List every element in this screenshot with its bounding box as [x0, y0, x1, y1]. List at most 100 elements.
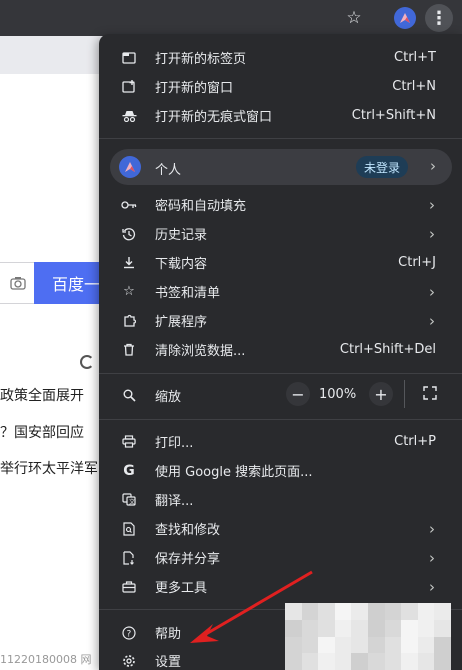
incognito-icon [121, 110, 137, 122]
menu-item-label: 打印... [155, 436, 194, 451]
mosaic-tile [318, 636, 335, 654]
mosaic-watermark [285, 603, 451, 670]
refresh-icon[interactable] [80, 355, 94, 369]
menu-item-find[interactable]: 查找和修改 › [99, 514, 462, 543]
trash-icon [121, 343, 137, 356]
mosaic-tile [434, 619, 451, 637]
camera-icon[interactable] [0, 262, 36, 304]
mosaic-tile [334, 653, 352, 670]
menu-item-label: 设置 [155, 655, 182, 670]
menu-item-profile[interactable]: 个人 未登录 › [110, 149, 452, 185]
menu-divider [99, 138, 462, 139]
mosaic-tile [301, 636, 319, 654]
zoom-divider [404, 380, 405, 408]
menu-item-translate[interactable]: 文 翻译... [99, 485, 462, 514]
mosaic-tile [368, 603, 385, 620]
menu-item-shortcut: Ctrl+Shift+Del [339, 342, 436, 357]
svg-text:?: ? [127, 629, 132, 639]
zoom-out-button[interactable]: − [286, 382, 310, 406]
menu-item-label: 历史记录 [155, 228, 208, 243]
news-item[interactable]: ？国安部回应 [0, 422, 110, 442]
zoom-label: 缩放 [155, 390, 182, 405]
mosaic-tile [318, 603, 335, 620]
mosaic-tile [384, 636, 402, 654]
mosaic-tile [318, 653, 335, 670]
mosaic-tile [351, 619, 368, 637]
download-icon [121, 256, 137, 269]
mosaic-tile [334, 619, 352, 637]
toolbox-icon [121, 580, 137, 593]
bookmark-star-icon[interactable]: ☆ [340, 4, 368, 32]
extension-icon [121, 314, 137, 327]
menu-item-downloads[interactable]: 下载内容 Ctrl+J [99, 248, 462, 277]
menu-item-new-window[interactable]: 打开新的窗口 Ctrl+N [99, 72, 462, 101]
zoom-level: 100% [319, 387, 357, 402]
history-icon [121, 227, 137, 241]
mosaic-tile [334, 603, 352, 620]
browser-toolbar: ☆ ⋮ [0, 0, 462, 36]
footer-text: 11220180008 网 [0, 653, 92, 666]
menu-item-bookmarks[interactable]: ☆ 书签和清单 › [99, 277, 462, 306]
chrome-main-menu: 打开新的标签页 Ctrl+T 打开新的窗口 Ctrl+N 打开新的无痕式窗口 C… [99, 34, 462, 670]
mosaic-tile [285, 653, 302, 670]
menu-item-new-tab[interactable]: 打开新的标签页 Ctrl+T [99, 43, 462, 72]
mosaic-tile [434, 636, 451, 654]
mosaic-tile [401, 653, 418, 670]
menu-item-print[interactable]: 打印... Ctrl+P [99, 427, 462, 456]
mosaic-tile [351, 653, 368, 670]
menu-item-passwords[interactable]: 密码和自动填充 › [99, 190, 462, 219]
mosaic-tile [434, 653, 451, 670]
menu-item-history[interactable]: 历史记录 › [99, 219, 462, 248]
chevron-right-icon: › [429, 311, 435, 330]
profile-label: 个人 [155, 163, 182, 178]
signed-out-badge: 未登录 [356, 156, 409, 178]
mosaic-tile [301, 619, 319, 637]
new-window-icon [121, 80, 137, 93]
mosaic-tile [384, 619, 402, 637]
chevron-right-icon: › [429, 519, 435, 538]
menu-item-label: 下载内容 [155, 257, 208, 272]
new-tab-icon [121, 51, 137, 64]
menu-item-label: 翻译... [155, 494, 194, 509]
profile-avatar [119, 156, 141, 178]
more-vert-icon[interactable]: ⋮ [425, 4, 453, 32]
menu-item-more-tools[interactable]: 更多工具 › [99, 572, 462, 601]
mosaic-tile [351, 603, 368, 620]
menu-item-label: 打开新的窗口 [155, 81, 234, 96]
mosaic-tile [334, 636, 352, 654]
news-item[interactable]: 政策全面展开 [0, 385, 110, 405]
menu-item-label: 使用 Google 搜索此页面... [155, 465, 313, 480]
mosaic-tile [285, 619, 302, 637]
menu-item-zoom: 缩放 [99, 381, 462, 410]
menu-item-shortcut: Ctrl+Shift+N [351, 108, 436, 123]
news-item[interactable]: 举行环太平洋军 [0, 458, 110, 478]
menu-item-clear-data[interactable]: 清除浏览数据... Ctrl+Shift+Del [99, 335, 462, 364]
mosaic-tile [368, 653, 385, 670]
menu-item-google-search[interactable]: G 使用 Google 搜索此页面... [99, 456, 462, 485]
zoom-in-button[interactable]: + [369, 382, 393, 406]
menu-item-extensions[interactable]: 扩展程序 › [99, 306, 462, 335]
menu-item-incognito[interactable]: 打开新的无痕式窗口 Ctrl+Shift+N [99, 101, 462, 130]
mosaic-tile [417, 603, 435, 620]
menu-divider [99, 373, 462, 374]
menu-item-save-share[interactable]: 保存并分享 › [99, 543, 462, 572]
key-icon [121, 200, 137, 210]
fullscreen-icon[interactable] [421, 384, 439, 402]
chevron-right-icon: › [429, 577, 435, 596]
zoom-icon [121, 389, 137, 402]
find-icon [121, 521, 137, 536]
menu-item-shortcut: Ctrl+P [394, 434, 436, 449]
menu-item-label: 清除浏览数据... [155, 344, 246, 359]
mosaic-tile [384, 603, 402, 620]
menu-item-label: 打开新的无痕式窗口 [155, 110, 273, 125]
profile-avatar [394, 7, 416, 29]
mosaic-tile [285, 603, 302, 620]
help-icon: ? [121, 625, 137, 640]
mosaic-tile [434, 603, 451, 620]
profile-button[interactable] [391, 4, 419, 32]
google-icon: G [123, 462, 135, 479]
menu-divider [99, 419, 462, 420]
mosaic-tile [368, 619, 385, 637]
menu-item-label: 更多工具 [155, 581, 208, 596]
mosaic-tile [417, 653, 435, 670]
